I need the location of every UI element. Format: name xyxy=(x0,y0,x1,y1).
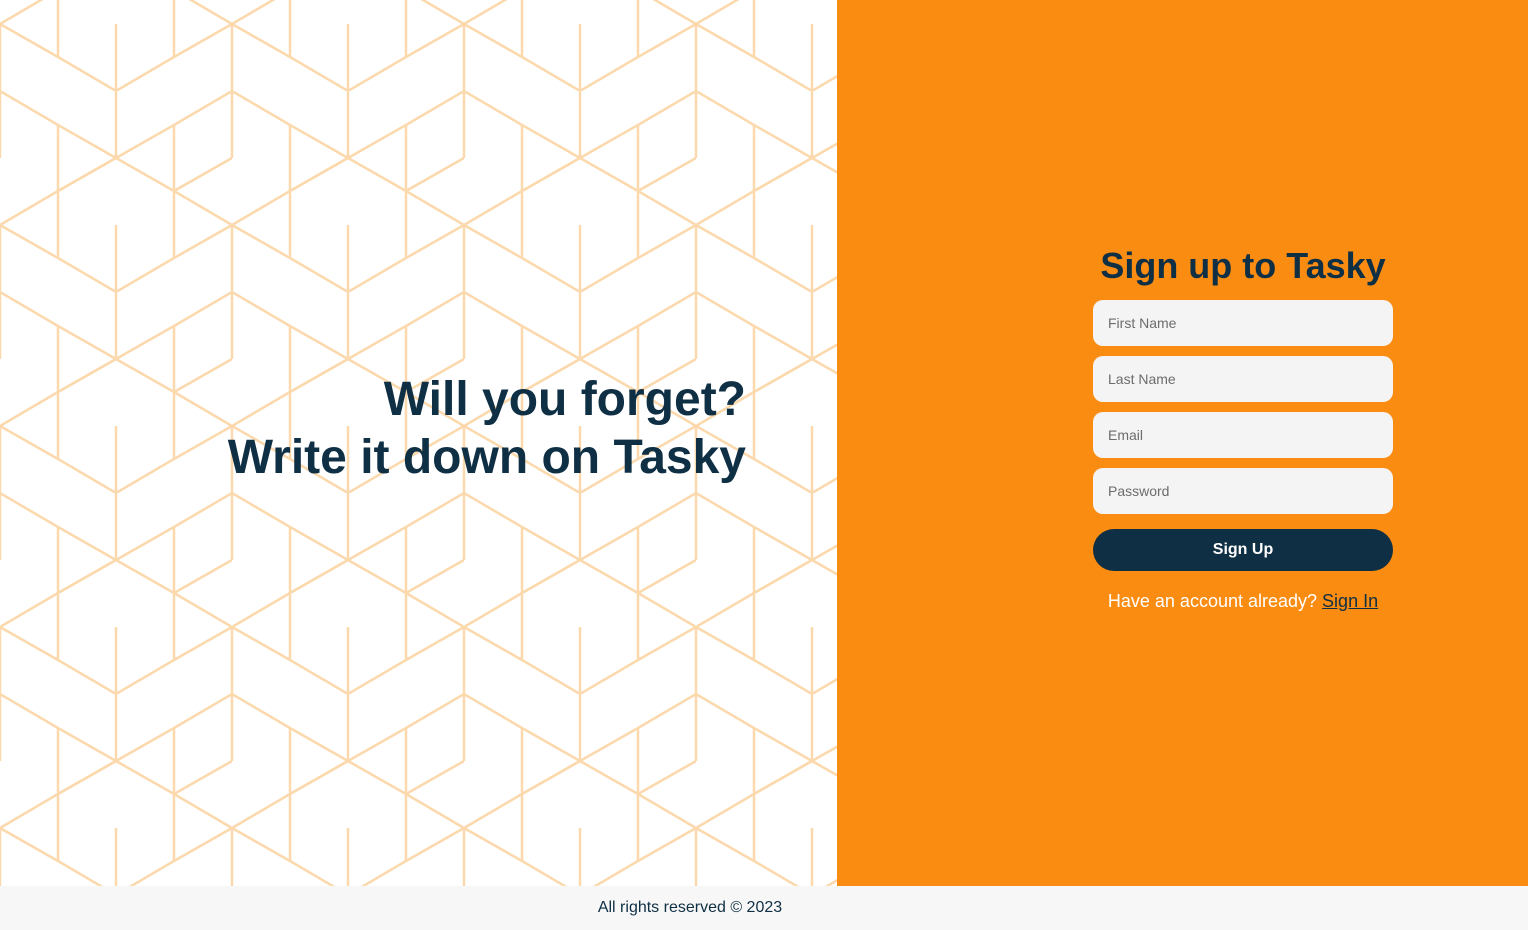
first-name-field[interactable] xyxy=(1093,300,1393,346)
sign-in-link[interactable]: Sign In xyxy=(1322,591,1378,611)
signup-panel: Sign up to Tasky Sign Up Have an account… xyxy=(837,0,1528,886)
tagline-line-1: Will you forget? xyxy=(383,373,746,426)
footer-copyright: All rights reserved © 2023 xyxy=(597,899,783,916)
tagline-line-2: Write it down on Tasky xyxy=(227,431,746,484)
sign-up-button[interactable]: Sign Up xyxy=(1093,529,1393,571)
email-field[interactable] xyxy=(1093,412,1393,458)
have-account-line: Have an account already? Sign In xyxy=(1093,590,1393,612)
password-field[interactable] xyxy=(1093,468,1393,514)
hero-section: Will you forget? Write it down on Tasky xyxy=(0,0,837,886)
last-name-field[interactable] xyxy=(1093,356,1393,402)
have-account-text: Have an account already? xyxy=(1107,591,1318,611)
hero-tagline: Will you forget? Write it down on Tasky xyxy=(228,371,746,487)
footer: All rights reserved © 2023 xyxy=(0,886,1528,930)
signup-title: Sign up to Tasky xyxy=(1100,245,1386,286)
signup-page: Will you forget? Write it down on Tasky … xyxy=(0,0,1528,930)
